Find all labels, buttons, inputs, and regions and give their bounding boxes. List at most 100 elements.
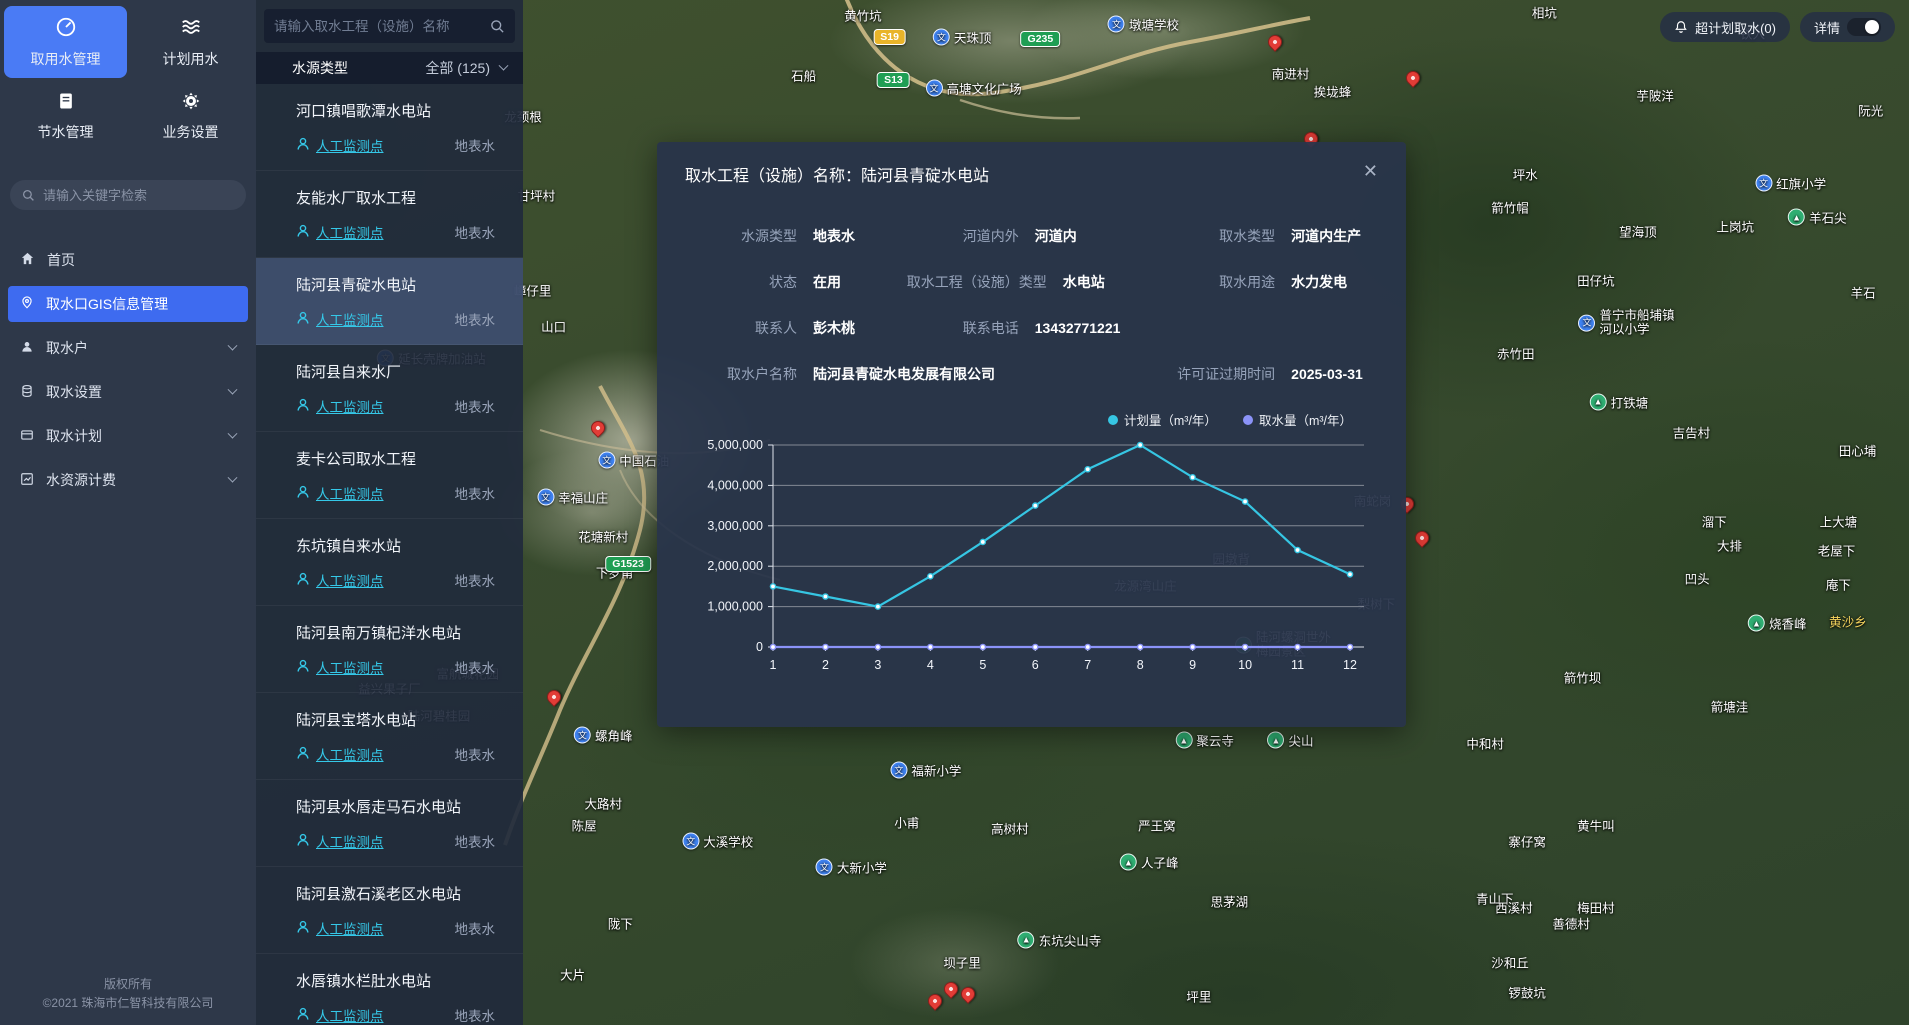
search-icon — [490, 19, 505, 34]
person-icon — [296, 746, 310, 763]
road-shield: S19 — [873, 29, 906, 45]
person-icon — [296, 659, 310, 676]
module-waves[interactable]: 计划用水 — [129, 6, 252, 78]
detail-toggle[interactable] — [1847, 18, 1881, 36]
app-root: 黄竹坑文天珠顶文墩塘学校文高塘文化广场石船龙颈根甘坪村嶂仔里山口相坑南进村挨垅蜂… — [0, 0, 1909, 1025]
monitor-label: 人工监测点 — [316, 570, 384, 590]
field-label: 取水户名称 — [685, 364, 797, 384]
person-icon — [296, 398, 310, 415]
sidebar: 取用水管理计划用水节水管理 业务设置 首页取水口GIS信息管理取水户取水设置取水计… — [0, 0, 256, 1025]
list-item[interactable]: 河口镇唱歌潭水电站人工监测点地表水 — [256, 84, 523, 171]
svg-text:0: 0 — [756, 640, 763, 654]
field-cell: 取水类型河道内生产 — [1163, 226, 1378, 246]
facility-panel: 水源类型 全部 (125) 河口镇唱歌潭水电站人工监测点地表水友能水厂取水工程人… — [256, 0, 523, 1025]
sidebar-item-pin[interactable]: 取水口GIS信息管理 — [8, 286, 248, 322]
facility-list: 河口镇唱歌潭水电站人工监测点地表水友能水厂取水工程人工监测点地表水陆河县青碇水电… — [256, 84, 523, 1025]
menu-label: 取水设置 — [46, 382, 102, 402]
pin-icon — [20, 295, 34, 313]
module-book[interactable]: 节水管理 — [4, 80, 127, 152]
monitor-label: 人工监测点 — [316, 396, 384, 416]
legend-item[interactable]: 取水量（m³/年） — [1243, 410, 1352, 429]
facility-search-input[interactable] — [274, 19, 490, 34]
sidebar-item-card[interactable]: 取水计划 — [8, 418, 248, 454]
list-item[interactable]: 陆河县自来水厂人工监测点地表水 — [256, 345, 523, 432]
monitor-link[interactable]: 人工监测点 — [296, 570, 384, 590]
svg-text:1: 1 — [770, 658, 777, 672]
monitor-link[interactable]: 人工监测点 — [296, 657, 384, 677]
sidebar-search[interactable] — [10, 180, 246, 210]
water-source-filter[interactable]: 水源类型 全部 (125) — [256, 52, 523, 84]
list-item[interactable]: 陆河县水唇走马石水电站人工监测点地表水 — [256, 780, 523, 867]
svg-text:7: 7 — [1084, 658, 1091, 672]
list-item[interactable]: 麦卡公司取水工程人工监测点地表水 — [256, 432, 523, 519]
sidebar-item-user[interactable]: 取水户 — [8, 330, 248, 366]
facility-name: 水唇镇水栏肚水电站 — [296, 970, 495, 991]
monitor-link[interactable]: 人工监测点 — [296, 483, 384, 503]
list-item[interactable]: 水唇镇水栏肚水电站人工监测点地表水 — [256, 954, 523, 1025]
person-icon — [296, 920, 310, 937]
field-value: 地表水 — [813, 226, 855, 246]
modal-fields: 水源类型地表水河道内外河道内取水类型河道内生产状态在用取水工程（设施）类型水电站… — [685, 226, 1378, 384]
field-value: 在用 — [813, 272, 841, 292]
field-cell: 取水工程（设施）类型水电站 — [907, 272, 1163, 292]
svg-text:6: 6 — [1032, 658, 1039, 672]
menu-label: 水资源计费 — [46, 470, 116, 490]
copyright-line1: 版权所有 — [0, 975, 256, 994]
field-label: 取水用途 — [1163, 272, 1275, 292]
list-item[interactable]: 东坑镇自来水站人工监测点地表水 — [256, 519, 523, 606]
water-source-label: 地表水 — [455, 309, 496, 329]
monitor-link[interactable]: 人工监测点 — [296, 1005, 384, 1025]
meter-icon — [55, 16, 77, 41]
monitor-link[interactable]: 人工监测点 — [296, 309, 384, 329]
chevron-down-icon — [228, 384, 238, 394]
monitor-link[interactable]: 人工监测点 — [296, 222, 384, 242]
monitor-link[interactable]: 人工监测点 — [296, 918, 384, 938]
chart-legend: 计划量（m³/年） 取水量（m³/年） — [685, 410, 1378, 429]
search-icon — [22, 189, 35, 202]
modal-chart-block: 计划量（m³/年）取水量（m³/年） 01,000,0002,000,0003,… — [685, 410, 1378, 684]
field-label: 取水工程（设施）类型 — [907, 272, 1047, 292]
list-item[interactable]: 友能水厂取水工程人工监测点地表水 — [256, 171, 523, 258]
svg-text:2: 2 — [822, 658, 829, 672]
field-value: 河道内生产 — [1291, 226, 1361, 246]
sidebar-item-chart[interactable]: 水资源计费 — [8, 462, 248, 498]
monitor-label: 人工监测点 — [316, 309, 384, 329]
field-label: 联系人 — [685, 318, 797, 338]
list-item[interactable]: 陆河县青碇水电站人工监测点地表水 — [256, 258, 523, 345]
water-source-label: 地表水 — [455, 396, 496, 416]
field-value: 陆河县青碇水电发展有限公司 — [813, 364, 995, 384]
water-source-label: 地表水 — [455, 483, 496, 503]
facility-search[interactable] — [264, 9, 515, 43]
facility-name: 陆河县宝塔水电站 — [296, 709, 495, 730]
filter-label: 水源类型 — [292, 58, 348, 78]
water-source-label: 地表水 — [455, 918, 496, 938]
list-item[interactable]: 陆河县宝塔水电站人工监测点地表水 — [256, 693, 523, 780]
road-shield: G1523 — [605, 556, 651, 572]
field-cell: 联系人彭木桃 — [685, 318, 907, 338]
monitor-link[interactable]: 人工监测点 — [296, 831, 384, 851]
close-icon[interactable]: ✕ — [1363, 162, 1378, 180]
db-icon — [20, 384, 34, 401]
topbar: 超计划取水(0) 详情 — [1660, 12, 1895, 42]
list-item[interactable]: 陆河县南万镇杞洋水电站人工监测点地表水 — [256, 606, 523, 693]
legend-label: 计划量（m³/年） — [1124, 410, 1217, 429]
legend-item[interactable]: 计划量（m³/年） — [1108, 410, 1217, 429]
monitor-link[interactable]: 人工监测点 — [296, 135, 384, 155]
field-cell: 取水户名称陆河县青碇水电发展有限公司 — [685, 364, 1163, 384]
monitor-link[interactable]: 人工监测点 — [296, 396, 384, 416]
over-plan-intake-button[interactable]: 超计划取水(0) — [1660, 12, 1790, 42]
module-label: 业务设置 — [163, 122, 219, 142]
sidebar-item-db[interactable]: 取水设置 — [8, 374, 248, 410]
module-meter[interactable]: 取用水管理 — [4, 6, 127, 78]
list-item[interactable]: 陆河县激石溪老区水电站人工监测点地表水 — [256, 867, 523, 954]
legend-label: 取水量（m³/年） — [1259, 410, 1352, 429]
monitor-label: 人工监测点 — [316, 483, 384, 503]
monitor-link[interactable]: 人工监测点 — [296, 744, 384, 764]
sidebar-search-input[interactable] — [43, 188, 223, 203]
modal-title: 取水工程（设施）名称：陆河县青碇水电站 — [685, 162, 989, 186]
sidebar-item-home[interactable]: 首页 — [8, 242, 248, 278]
copyright-line2: ©2021 珠海市仁智科技有限公司 — [0, 994, 256, 1013]
road-shield: S13 — [877, 72, 910, 88]
module-label: 节水管理 — [38, 122, 94, 142]
module-gear[interactable]: 业务设置 — [129, 80, 252, 152]
